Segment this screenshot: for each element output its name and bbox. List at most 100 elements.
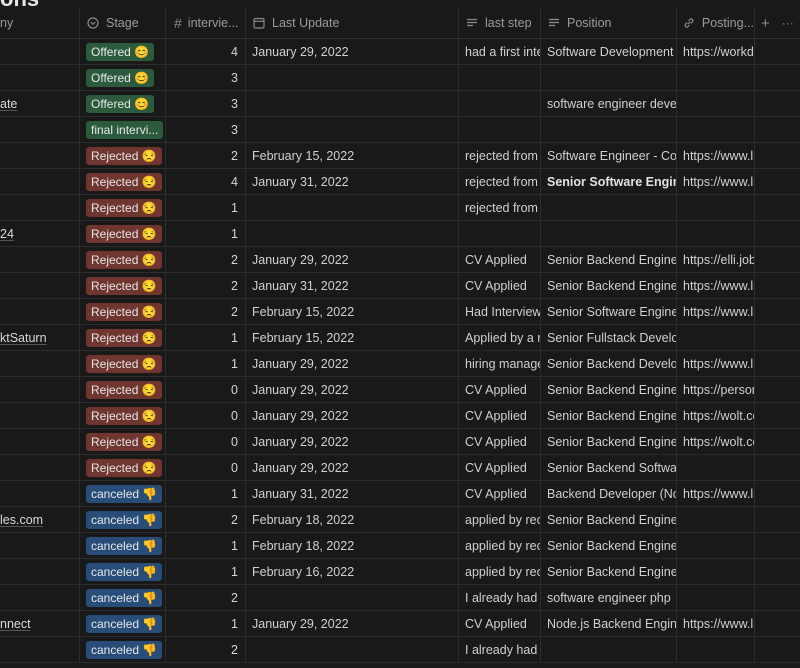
- posting-cell[interactable]: [677, 91, 755, 116]
- last-step-cell[interactable]: Had Interview with: [459, 299, 541, 324]
- last-update-cell[interactable]: [246, 585, 459, 610]
- last-update-cell[interactable]: [246, 221, 459, 246]
- header-company[interactable]: ny: [0, 8, 80, 38]
- last-step-cell[interactable]: [459, 91, 541, 116]
- company-cell[interactable]: [0, 455, 80, 480]
- last-update-cell[interactable]: [246, 65, 459, 90]
- position-cell[interactable]: Senior Software Engineer: [541, 169, 677, 194]
- company-cell[interactable]: [0, 377, 80, 402]
- company-cell[interactable]: [0, 143, 80, 168]
- position-cell[interactable]: Senior Backend Engineer: [541, 507, 677, 532]
- last-update-cell[interactable]: January 31, 2022: [246, 169, 459, 194]
- company-cell[interactable]: [0, 299, 80, 324]
- stage-cell[interactable]: canceled 👎: [80, 611, 166, 636]
- position-cell[interactable]: Senior Backend Developer: [541, 351, 677, 376]
- table-row[interactable]: canceled 👎 1 February 18, 2022 applied by r…: [0, 533, 800, 559]
- interviews-cell[interactable]: 1: [166, 611, 246, 636]
- last-step-cell[interactable]: applied by recruiter: [459, 507, 541, 532]
- posting-cell[interactable]: [677, 637, 755, 662]
- table-row[interactable]: Rejected 😒 2 January 29, 2022 CV Applied Sen…: [0, 247, 800, 273]
- interviews-cell[interactable]: 3: [166, 91, 246, 116]
- last-step-cell[interactable]: CV Applied: [459, 273, 541, 298]
- position-cell[interactable]: [541, 221, 677, 246]
- interviews-cell[interactable]: 1: [166, 221, 246, 246]
- stage-cell[interactable]: Rejected 😒: [80, 403, 166, 428]
- header-stage[interactable]: Stage: [80, 8, 166, 38]
- stage-cell[interactable]: canceled 👎: [80, 637, 166, 662]
- last-step-cell[interactable]: CV Applied: [459, 247, 541, 272]
- last-step-cell[interactable]: [459, 117, 541, 142]
- table-row[interactable]: Rejected 😒 0 January 29, 2022 CV Applied Sen…: [0, 429, 800, 455]
- company-cell[interactable]: [0, 247, 80, 272]
- stage-cell[interactable]: canceled 👎: [80, 559, 166, 584]
- position-cell[interactable]: Software Engineer - Content: [541, 143, 677, 168]
- last-update-cell[interactable]: [246, 195, 459, 220]
- interviews-cell[interactable]: 1: [166, 195, 246, 220]
- table-row[interactable]: final intervi... 3: [0, 117, 800, 143]
- table-row[interactable]: Offered 😊 4 January 29, 2022 had a first in…: [0, 39, 800, 65]
- position-cell[interactable]: [541, 65, 677, 90]
- table-row[interactable]: Rejected 😒 1 January 29, 2022 hiring manage…: [0, 351, 800, 377]
- table-row[interactable]: Rejected 😒 4 January 31, 2022 rejected from…: [0, 169, 800, 195]
- interviews-cell[interactable]: 2: [166, 507, 246, 532]
- posting-cell[interactable]: https://elli.jobs: [677, 247, 755, 272]
- position-cell[interactable]: Backend Developer (Node.js): [541, 481, 677, 506]
- last-update-cell[interactable]: February 15, 2022: [246, 325, 459, 350]
- last-update-cell[interactable]: February 15, 2022: [246, 143, 459, 168]
- posting-cell[interactable]: https://www.linkedin: [677, 169, 755, 194]
- table-row[interactable]: les.com canceled 👎 2 February 18, 2022 appli…: [0, 507, 800, 533]
- company-cell[interactable]: [0, 169, 80, 194]
- interviews-cell[interactable]: 0: [166, 377, 246, 402]
- position-cell[interactable]: Senior Software Engineer: [541, 299, 677, 324]
- company-cell[interactable]: [0, 429, 80, 454]
- posting-cell[interactable]: [677, 195, 755, 220]
- interviews-cell[interactable]: 2: [166, 143, 246, 168]
- more-icon[interactable]: ···: [782, 16, 794, 30]
- last-update-cell[interactable]: January 29, 2022: [246, 247, 459, 272]
- posting-cell[interactable]: [677, 65, 755, 90]
- header-interviews[interactable]: # intervie...: [166, 8, 246, 38]
- interviews-cell[interactable]: 2: [166, 273, 246, 298]
- last-step-cell[interactable]: rejected from the: [459, 169, 541, 194]
- table-row[interactable]: Rejected 😒 2 January 31, 2022 CV Applied Sen…: [0, 273, 800, 299]
- interviews-cell[interactable]: 1: [166, 325, 246, 350]
- interviews-cell[interactable]: 0: [166, 455, 246, 480]
- company-cell[interactable]: [0, 585, 80, 610]
- company-cell[interactable]: [0, 273, 80, 298]
- company-cell[interactable]: [0, 65, 80, 90]
- table-row[interactable]: Rejected 😒 0 January 29, 2022 CV Applied Sen…: [0, 403, 800, 429]
- stage-cell[interactable]: Rejected 😒: [80, 325, 166, 350]
- posting-cell[interactable]: https://www.linkedin: [677, 351, 755, 376]
- position-cell[interactable]: Senior Backend Engineer,: [541, 403, 677, 428]
- stage-cell[interactable]: Rejected 😒: [80, 299, 166, 324]
- header-last-update[interactable]: Last Update: [246, 8, 459, 38]
- company-cell[interactable]: ate: [0, 91, 80, 116]
- last-update-cell[interactable]: [246, 637, 459, 662]
- posting-cell[interactable]: [677, 221, 755, 246]
- last-update-cell[interactable]: February 15, 2022: [246, 299, 459, 324]
- position-cell[interactable]: Software Development Engineer: [541, 39, 677, 64]
- stage-cell[interactable]: Offered 😊: [80, 91, 166, 116]
- interviews-cell[interactable]: 2: [166, 247, 246, 272]
- position-cell[interactable]: Senior Backend Engineer,: [541, 429, 677, 454]
- last-step-cell[interactable]: applied by recruiter: [459, 559, 541, 584]
- last-step-cell[interactable]: CV Applied: [459, 377, 541, 402]
- last-update-cell[interactable]: January 29, 2022: [246, 351, 459, 376]
- company-cell[interactable]: [0, 403, 80, 428]
- interviews-cell[interactable]: 1: [166, 351, 246, 376]
- posting-cell[interactable]: https://www.linkedin: [677, 481, 755, 506]
- stage-cell[interactable]: Rejected 😒: [80, 455, 166, 480]
- last-step-cell[interactable]: had a first interview: [459, 39, 541, 64]
- table-row[interactable]: ktSaturn Rejected 😒 1 February 15, 2022 Appl…: [0, 325, 800, 351]
- interviews-cell[interactable]: 0: [166, 429, 246, 454]
- posting-cell[interactable]: [677, 533, 755, 558]
- interviews-cell[interactable]: 2: [166, 637, 246, 662]
- table-row[interactable]: ate Offered 😊 3 software engineer developer: [0, 91, 800, 117]
- stage-cell[interactable]: Offered 😊: [80, 65, 166, 90]
- company-cell[interactable]: les.com: [0, 507, 80, 532]
- posting-cell[interactable]: [677, 559, 755, 584]
- company-cell[interactable]: nnect: [0, 611, 80, 636]
- stage-cell[interactable]: Rejected 😒: [80, 195, 166, 220]
- last-update-cell[interactable]: [246, 117, 459, 142]
- posting-cell[interactable]: [677, 507, 755, 532]
